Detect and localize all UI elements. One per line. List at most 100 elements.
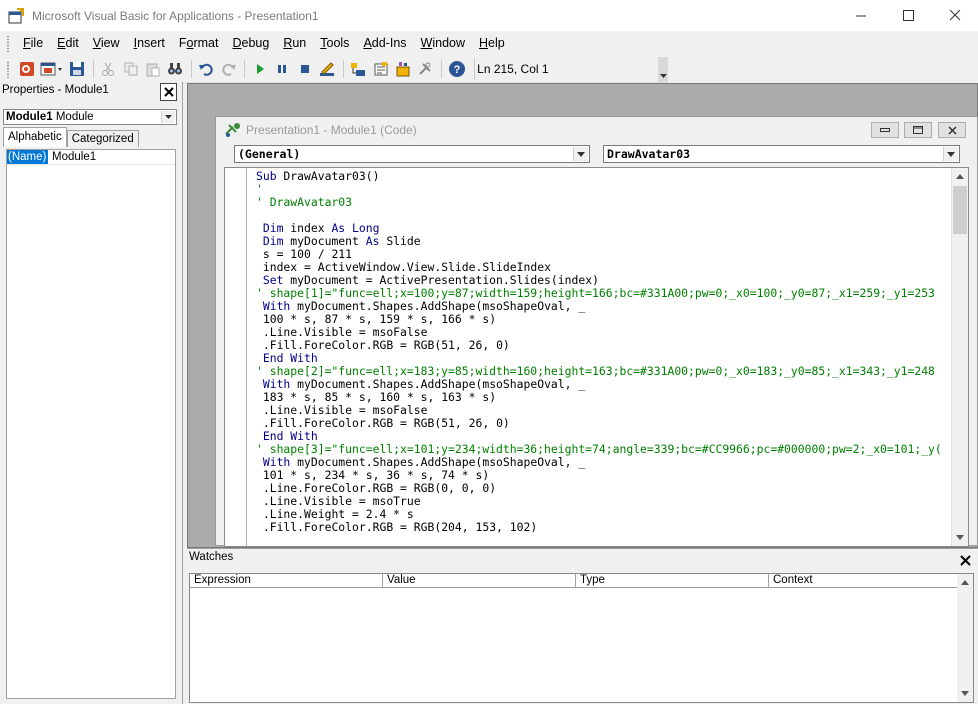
property-row[interactable]: (Name) Module1 [7, 150, 175, 165]
properties-object-select[interactable]: Module1 Module [3, 109, 177, 125]
watch-list[interactable]: Expression Value Type Context [189, 573, 974, 703]
menu-tools[interactable]: Tools [313, 31, 356, 56]
code-line[interactable]: .Fill.ForeColor.RGB = RGB(51, 26, 0) [256, 417, 951, 430]
scroll-down-button[interactable] [957, 685, 973, 702]
close-button[interactable] [932, 0, 978, 31]
copy-button[interactable] [120, 58, 141, 80]
menu-window[interactable]: Window [414, 31, 472, 56]
code-window-title: Presentation1 - Module1 (Code) [246, 123, 417, 137]
column-header-type[interactable]: Type [576, 574, 769, 588]
properties-grid: (Name) Module1 [6, 149, 176, 699]
column-header-context[interactable]: Context [769, 574, 960, 588]
menu-format[interactable]: Format [172, 31, 226, 56]
code-window-titlebar[interactable]: Presentation1 - Module1 (Code) [216, 117, 978, 143]
redo-icon [222, 63, 236, 76]
tab-alphabetic[interactable]: Alphabetic [3, 127, 67, 147]
watch-vertical-scrollbar[interactable] [957, 574, 973, 702]
watch-header: Expression Value Type Context [190, 574, 960, 588]
chevron-down-icon[interactable] [573, 147, 588, 161]
find-button[interactable] [165, 58, 186, 80]
reset-button[interactable] [294, 58, 315, 80]
menu-file[interactable]: File [16, 31, 50, 56]
design-mode-button[interactable] [316, 58, 337, 80]
toolbar-separator [440, 60, 442, 78]
close-icon [949, 10, 960, 21]
code-close-button[interactable] [938, 122, 966, 138]
menu-addins[interactable]: Add-Ins [356, 31, 413, 56]
binoculars-icon [168, 63, 183, 75]
save-icon [69, 62, 84, 76]
code-editor[interactable]: Sub DrawAvatar03() ' ' DrawAvatar03 Dim in… [224, 167, 969, 547]
scroll-up-button[interactable] [957, 574, 973, 591]
properties-close-button[interactable] [160, 83, 177, 101]
toolbar-separator [244, 60, 246, 78]
procedure-dropdown[interactable]: DrawAvatar03 [603, 145, 960, 163]
insert-module-icon [40, 62, 62, 76]
property-value[interactable]: Module1 [48, 150, 96, 164]
object-type: Module [55, 111, 94, 123]
design-mode-icon [320, 62, 334, 76]
object-browser-button[interactable] [392, 58, 413, 80]
close-icon [947, 125, 957, 135]
scroll-up-button[interactable] [952, 168, 968, 185]
menu-edit[interactable]: Edit [50, 31, 86, 56]
save-button[interactable] [66, 58, 87, 80]
powerpoint-icon [19, 62, 34, 76]
watches-title: Watches [189, 551, 234, 563]
run-button[interactable] [249, 58, 270, 80]
watches-close-button[interactable] [957, 551, 974, 569]
code-restore-button[interactable] [904, 122, 932, 138]
column-header-expression[interactable]: Expression [190, 574, 383, 588]
property-name[interactable]: (Name) [7, 150, 48, 164]
menu-debug[interactable]: Debug [225, 31, 276, 56]
tab-categorized[interactable]: Categorized [66, 130, 139, 147]
code-comment-line[interactable]: ' [256, 183, 951, 196]
cut-icon [102, 62, 115, 76]
restore-icon [913, 126, 923, 134]
code-line[interactable]: Sub DrawAvatar03() [256, 170, 951, 183]
cut-button[interactable] [98, 58, 119, 80]
insert-module-button[interactable] [38, 58, 65, 80]
close-icon [163, 87, 174, 97]
breakpoint-margin[interactable] [225, 168, 247, 546]
code-line[interactable]: .Fill.ForeColor.RGB = RGB(51, 26, 0) [256, 339, 951, 352]
view-powerpoint-button[interactable] [16, 58, 37, 80]
paste-button[interactable] [142, 58, 163, 80]
maximize-button[interactable] [885, 0, 931, 31]
menu-view[interactable]: View [86, 31, 127, 56]
minimize-button[interactable] [838, 0, 884, 31]
project-explorer-button[interactable] [348, 58, 369, 80]
close-icon [960, 554, 971, 566]
menu-insert[interactable]: Insert [127, 31, 172, 56]
column-header-value[interactable]: Value [383, 574, 576, 588]
code-text[interactable]: Sub DrawAvatar03() ' ' DrawAvatar03 Dim in… [256, 170, 951, 534]
code-line[interactable]: Dim myDocument As Slide [256, 235, 951, 248]
menu-grip[interactable] [6, 35, 10, 52]
properties-window-button[interactable] [370, 58, 391, 80]
chevron-down-icon[interactable] [943, 147, 958, 161]
redo-button[interactable] [218, 58, 239, 80]
toolbox-button[interactable] [415, 58, 436, 80]
scroll-thumb[interactable] [953, 186, 967, 234]
object-dropdown[interactable]: (General) [234, 145, 590, 163]
undo-icon [199, 63, 214, 76]
code-vertical-scrollbar[interactable] [951, 168, 968, 546]
chevron-down-icon[interactable] [161, 111, 175, 123]
pause-icon [278, 65, 287, 73]
minimize-icon [880, 128, 890, 132]
paste-icon [146, 63, 160, 77]
toolbar-grip[interactable] [6, 60, 10, 78]
code-line[interactable]: .Fill.ForeColor.RGB = RGB(204, 153, 102) [256, 521, 951, 534]
toolbar-options-button[interactable] [658, 56, 668, 82]
copy-icon [124, 62, 138, 76]
break-button[interactable] [272, 58, 293, 80]
menu-bar: File Edit View Insert Format Debug Run T… [0, 31, 978, 56]
help-button[interactable]: ? [446, 58, 467, 80]
toolbar-separator [342, 60, 344, 78]
scroll-down-button[interactable] [952, 529, 968, 546]
menu-help[interactable]: Help [472, 31, 512, 56]
code-minimize-button[interactable] [871, 122, 899, 138]
menu-run[interactable]: Run [276, 31, 313, 56]
undo-button[interactable] [196, 58, 217, 80]
code-comment-line[interactable]: ' DrawAvatar03 [256, 196, 951, 209]
